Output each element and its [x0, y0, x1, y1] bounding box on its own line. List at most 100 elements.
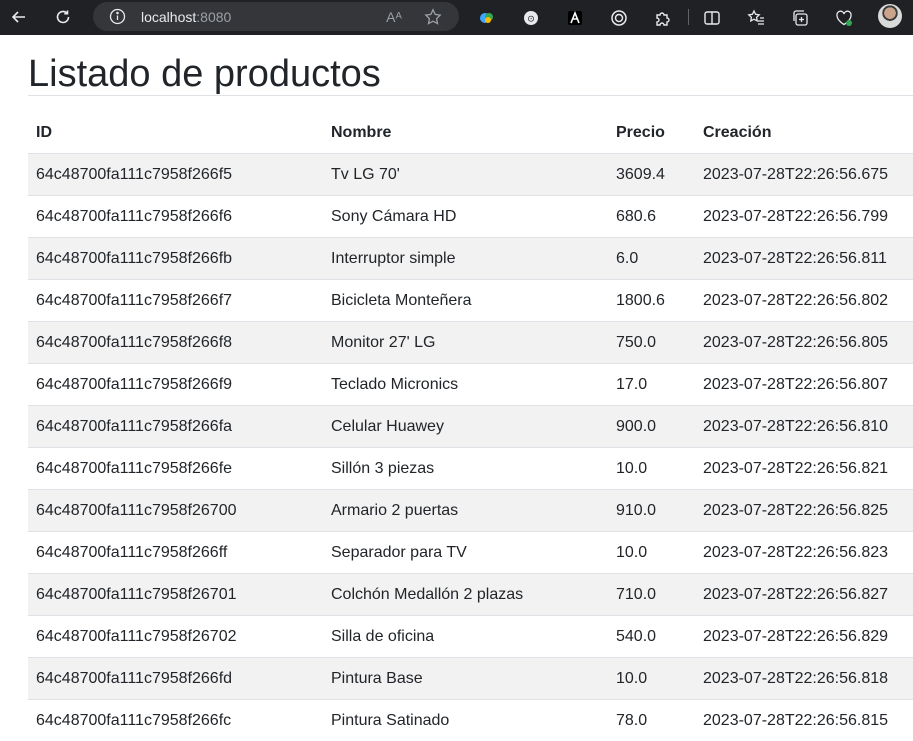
extension-target-icon[interactable]	[604, 3, 634, 33]
cell-name: Bicicleta Monteñera	[323, 280, 608, 322]
products-table: ID Nombre Precio Creación 64c48700fa111c…	[28, 112, 913, 741]
url-port: :8080	[196, 9, 231, 25]
browser-toolbar: localhost:8080 Aᴬ ⊙	[0, 0, 913, 35]
cell-name: Separador para TV	[323, 532, 608, 574]
cell-created: 2023-07-28T22:26:56.810	[695, 406, 913, 448]
toolbar-divider	[688, 9, 689, 25]
header-name: Nombre	[323, 112, 608, 154]
extension-color-icon[interactable]	[472, 3, 502, 33]
cell-created: 2023-07-28T22:26:56.675	[695, 154, 913, 196]
cell-id: 64c48700fa111c7958f266fc	[28, 700, 323, 741]
page-title: Listado de productos	[28, 35, 913, 96]
table-row: 64c48700fa111c7958f266feSillón 3 piezas1…	[28, 448, 913, 490]
cell-name: Teclado Micronics	[323, 364, 608, 406]
table-row: 64c48700fa111c7958f26700Armario 2 puerta…	[28, 490, 913, 532]
cell-name: Pintura Base	[323, 658, 608, 700]
cell-id: 64c48700fa111c7958f26700	[28, 490, 323, 532]
cell-created: 2023-07-28T22:26:56.827	[695, 574, 913, 616]
favorites-list-icon[interactable]	[741, 3, 771, 33]
table-row: 64c48700fa111c7958f266fcPintura Satinado…	[28, 700, 913, 741]
cell-created: 2023-07-28T22:26:56.802	[695, 280, 913, 322]
url-host: localhost	[141, 9, 196, 25]
cell-created: 2023-07-28T22:26:56.799	[695, 196, 913, 238]
table-row: 64c48700fa111c7958f26702Silla de oficina…	[28, 616, 913, 658]
split-screen-icon[interactable]	[697, 3, 727, 33]
cell-id: 64c48700fa111c7958f266f5	[28, 154, 323, 196]
cell-id: 64c48700fa111c7958f266fa	[28, 406, 323, 448]
cell-name: Interruptor simple	[323, 238, 608, 280]
table-row: 64c48700fa111c7958f26701Colchón Medallón…	[28, 574, 913, 616]
extensions-puzzle-icon[interactable]	[648, 3, 678, 33]
cell-id: 64c48700fa111c7958f26702	[28, 616, 323, 658]
cell-name: Sillón 3 piezas	[323, 448, 608, 490]
cell-price: 17.0	[608, 364, 695, 406]
cell-price: 900.0	[608, 406, 695, 448]
table-row: 64c48700fa111c7958f266f7Bicicleta Monteñ…	[28, 280, 913, 322]
collections-icon[interactable]	[785, 3, 815, 33]
cell-price: 78.0	[608, 700, 695, 741]
table-row: 64c48700fa111c7958f266fbInterruptor simp…	[28, 238, 913, 280]
cell-price: 750.0	[608, 322, 695, 364]
cell-price: 6.0	[608, 238, 695, 280]
url-text[interactable]: localhost:8080	[141, 9, 231, 25]
cell-created: 2023-07-28T22:26:56.821	[695, 448, 913, 490]
table-row: 64c48700fa111c7958f266f9Teclado Micronic…	[28, 364, 913, 406]
address-bar[interactable]: localhost:8080 Aᴬ	[93, 2, 459, 31]
extension-a-icon[interactable]	[560, 3, 590, 33]
cell-id: 64c48700fa111c7958f26701	[28, 574, 323, 616]
browser-essentials-icon[interactable]	[829, 3, 859, 33]
cell-price: 710.0	[608, 574, 695, 616]
header-id: ID	[28, 112, 323, 154]
cell-name: Celular Huawey	[323, 406, 608, 448]
cell-id: 64c48700fa111c7958f266ff	[28, 532, 323, 574]
cell-price: 10.0	[608, 658, 695, 700]
cell-price: 540.0	[608, 616, 695, 658]
cell-id: 64c48700fa111c7958f266f7	[28, 280, 323, 322]
main-content: Listado de productos ID Nombre Precio Cr…	[28, 35, 913, 741]
table-header-row: ID Nombre Precio Creación	[28, 112, 913, 154]
cell-name: Tv LG 70'	[323, 154, 608, 196]
cell-created: 2023-07-28T22:26:56.811	[695, 238, 913, 280]
cell-price: 10.0	[608, 448, 695, 490]
cell-price: 3609.4	[608, 154, 695, 196]
site-info-icon[interactable]	[109, 8, 126, 25]
cell-price: 910.0	[608, 490, 695, 532]
svg-text:⊙: ⊙	[527, 15, 535, 25]
cell-created: 2023-07-28T22:26:56.829	[695, 616, 913, 658]
cell-price: 680.6	[608, 196, 695, 238]
table-row: 64c48700fa111c7958f266ffSeparador para T…	[28, 532, 913, 574]
cell-name: Armario 2 puertas	[323, 490, 608, 532]
header-price: Precio	[608, 112, 695, 154]
table-row: 64c48700fa111c7958f266faCelular Huawey90…	[28, 406, 913, 448]
cell-id: 64c48700fa111c7958f266fb	[28, 238, 323, 280]
cell-created: 2023-07-28T22:26:56.825	[695, 490, 913, 532]
cell-created: 2023-07-28T22:26:56.815	[695, 700, 913, 741]
table-row: 64c48700fa111c7958f266f5Tv LG 70'3609.42…	[28, 154, 913, 196]
header-created: Creación	[695, 112, 913, 154]
cell-id: 64c48700fa111c7958f266f6	[28, 196, 323, 238]
table-row: 64c48700fa111c7958f266f6Sony Cámara HD68…	[28, 196, 913, 238]
table-row: 64c48700fa111c7958f266fdPintura Base10.0…	[28, 658, 913, 700]
back-arrow-icon[interactable]	[4, 2, 34, 32]
cell-created: 2023-07-28T22:26:56.805	[695, 322, 913, 364]
cell-created: 2023-07-28T22:26:56.818	[695, 658, 913, 700]
table-body: 64c48700fa111c7958f266f5Tv LG 70'3609.42…	[28, 154, 913, 741]
favorite-star-icon[interactable]	[423, 7, 443, 27]
cell-price: 10.0	[608, 532, 695, 574]
refresh-icon[interactable]	[48, 2, 78, 32]
cell-created: 2023-07-28T22:26:56.807	[695, 364, 913, 406]
extension-circle-icon[interactable]: ⊙	[516, 3, 546, 33]
cell-id: 64c48700fa111c7958f266fd	[28, 658, 323, 700]
cell-name: Monitor 27' LG	[323, 322, 608, 364]
cell-id: 64c48700fa111c7958f266f8	[28, 322, 323, 364]
cell-created: 2023-07-28T22:26:56.823	[695, 532, 913, 574]
read-aloud-icon[interactable]: Aᴬ	[384, 7, 404, 27]
cell-name: Colchón Medallón 2 plazas	[323, 574, 608, 616]
cell-id: 64c48700fa111c7958f266fe	[28, 448, 323, 490]
cell-name: Silla de oficina	[323, 616, 608, 658]
cell-price: 1800.6	[608, 280, 695, 322]
cell-id: 64c48700fa111c7958f266f9	[28, 364, 323, 406]
profile-avatar[interactable]	[878, 4, 902, 28]
table-row: 64c48700fa111c7958f266f8Monitor 27' LG75…	[28, 322, 913, 364]
cell-name: Sony Cámara HD	[323, 196, 608, 238]
